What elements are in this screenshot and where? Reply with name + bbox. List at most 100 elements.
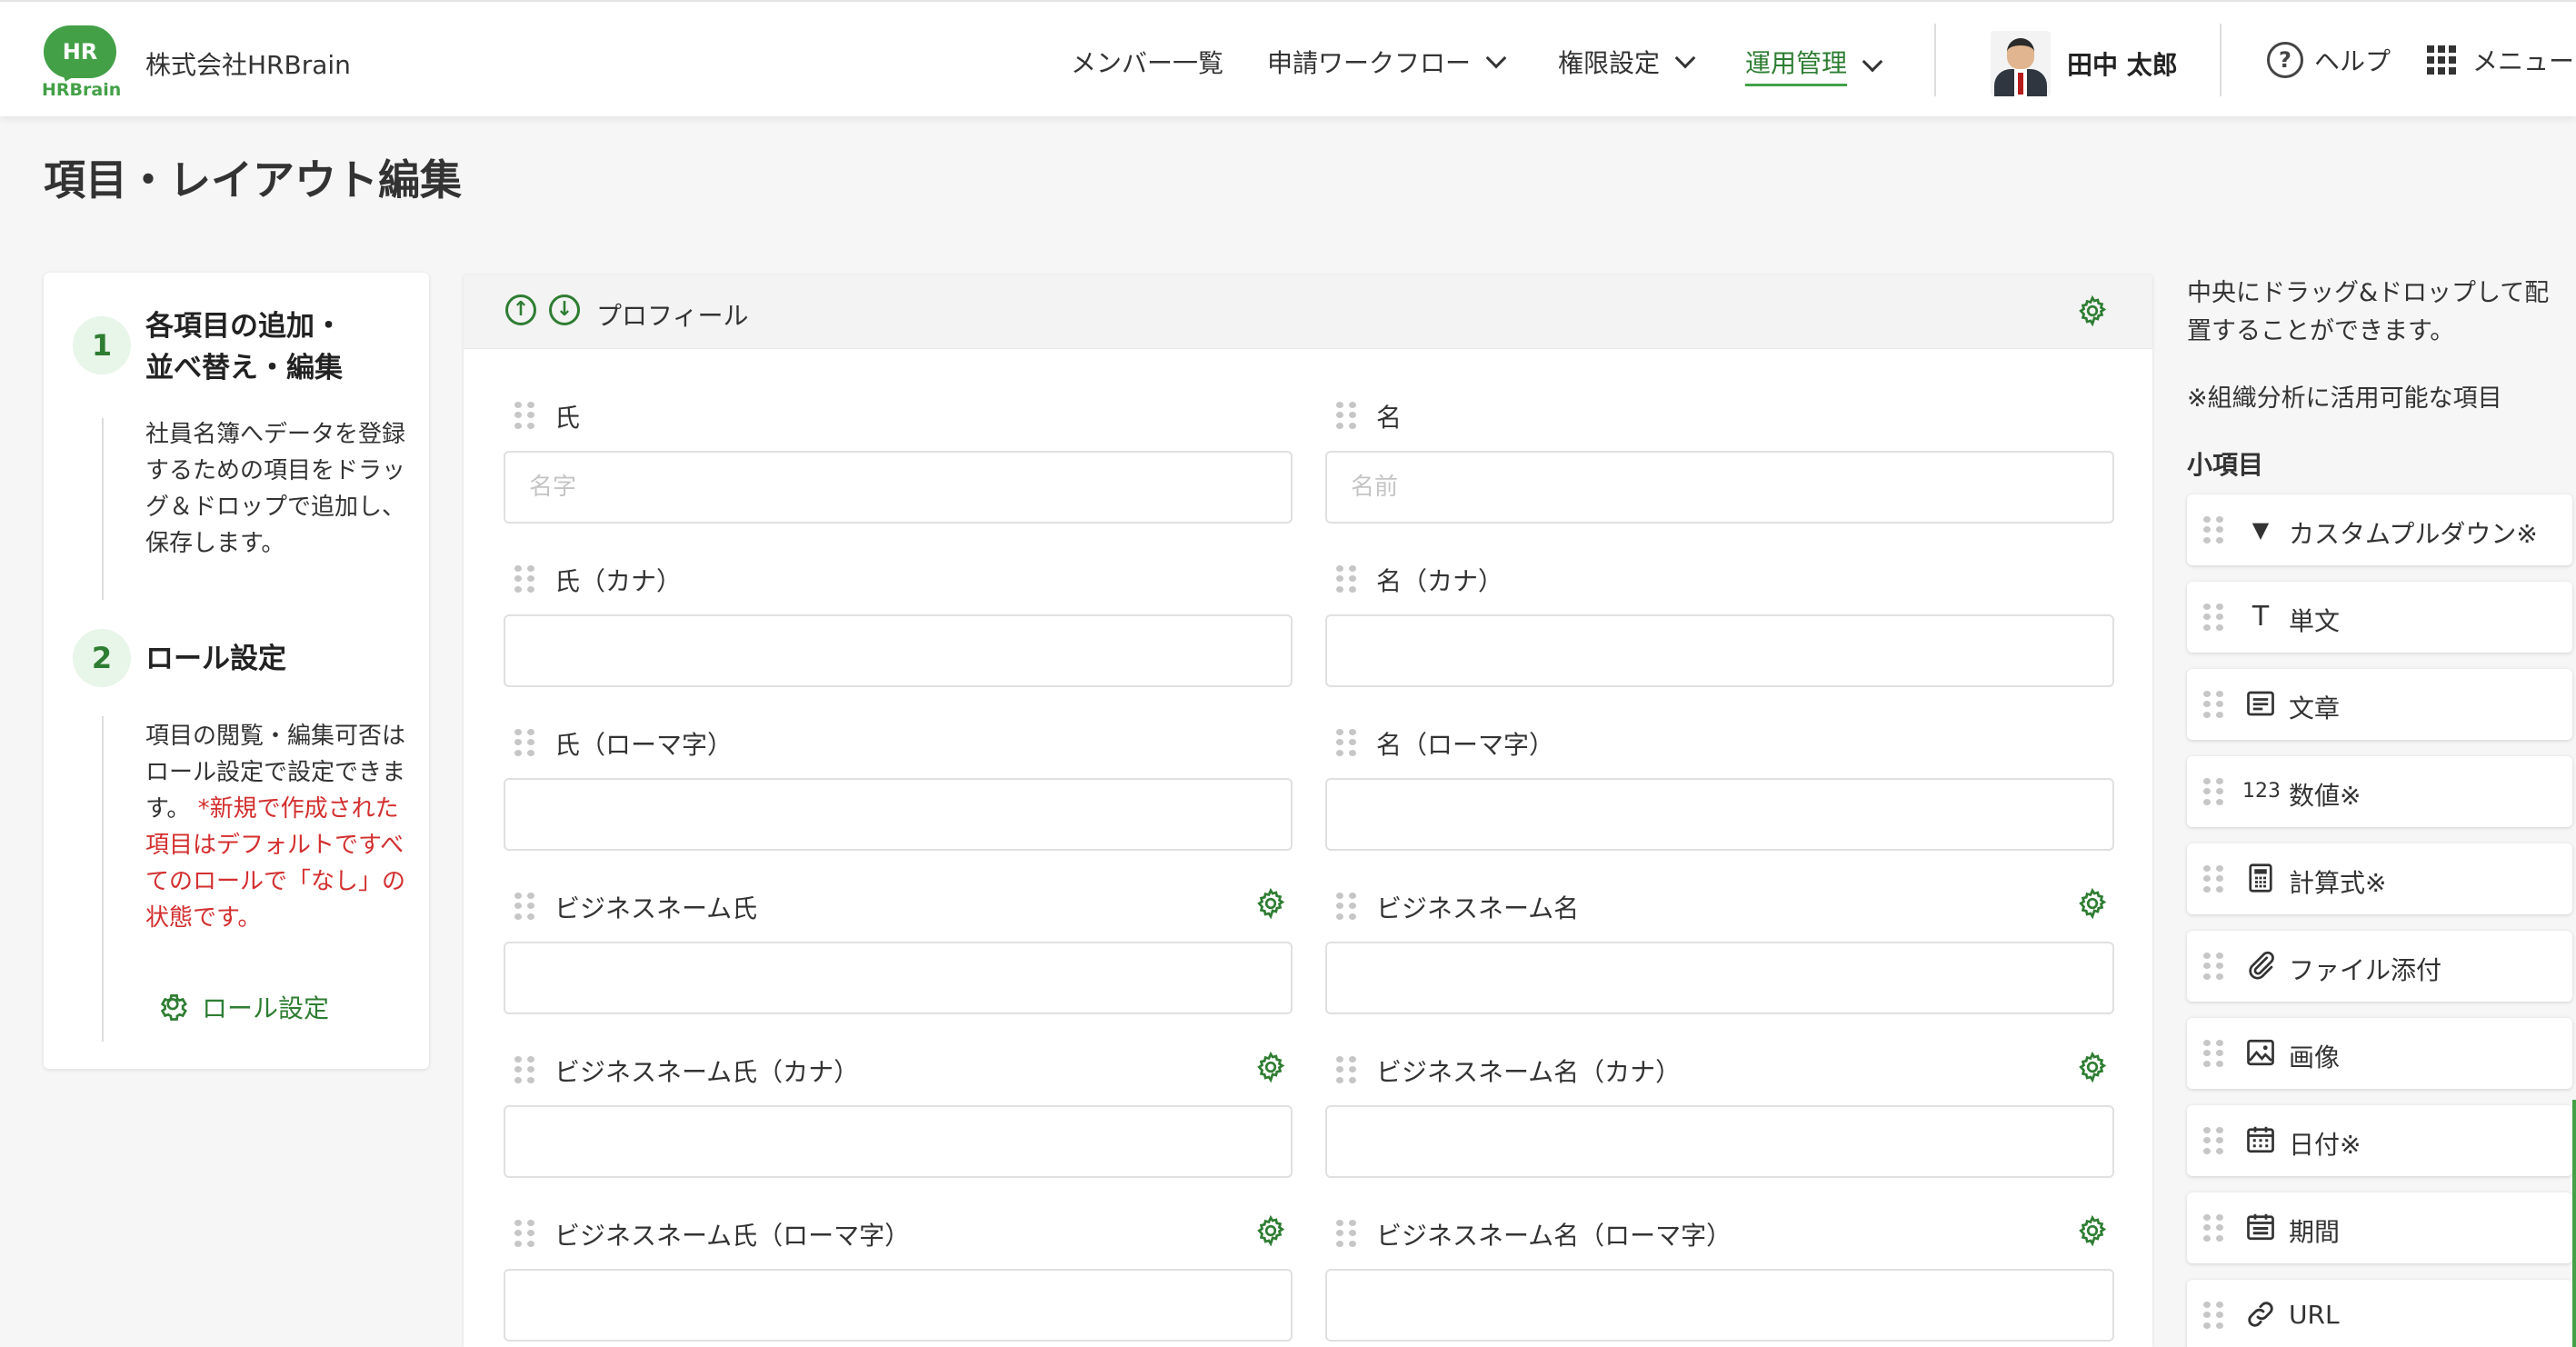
- drag-handle-icon[interactable]: [2203, 1127, 2223, 1154]
- chevron-down-icon: [1674, 47, 1696, 69]
- field-label: 氏: [554, 403, 581, 433]
- drag-handle-icon[interactable]: [514, 402, 534, 429]
- form-field[interactable]: ビジネスネーム名: [1325, 880, 2114, 1034]
- paragraph-icon: [2243, 687, 2278, 722]
- palette-item-image[interactable]: 画像: [2187, 1018, 2572, 1089]
- palette-item-number[interactable]: 123 数値※: [2187, 756, 2572, 827]
- palette-item-label: 単文: [2289, 606, 2341, 636]
- drag-handle-icon[interactable]: [2203, 1040, 2223, 1067]
- logo-brand-text: HRBrain: [42, 80, 122, 100]
- field-label: ビジネスネーム名（ローマ字）: [1376, 1221, 1732, 1251]
- palette-item-file-attach[interactable]: ファイル添付: [2187, 931, 2572, 1002]
- field-input[interactable]: [504, 1269, 1293, 1342]
- palette-item-period[interactable]: 期間: [2187, 1192, 2572, 1263]
- arrow-up-circle-icon[interactable]: ↑: [505, 294, 536, 325]
- field-settings-gear-icon[interactable]: [2076, 1051, 2109, 1087]
- field-label: ビジネスネーム氏: [554, 893, 758, 923]
- palette-item-label: ファイル添付: [2289, 955, 2442, 985]
- palette-item-custom-dropdown[interactable]: ▼ カスタムプルダウン※: [2187, 494, 2572, 565]
- role-settings-link[interactable]: ロール設定: [156, 989, 329, 1025]
- field-label: 氏（カナ）: [554, 566, 683, 596]
- grid-menu-icon: [2427, 45, 2456, 75]
- field-input[interactable]: [504, 778, 1293, 851]
- palette-item-single-text[interactable]: T 単文: [2187, 582, 2572, 653]
- field-label: 名（ローマ字）: [1376, 730, 1555, 760]
- hrbrain-logo[interactable]: HR HRBrain: [42, 25, 122, 102]
- step-number: 2: [73, 629, 131, 687]
- field-settings-gear-icon[interactable]: [2076, 887, 2109, 923]
- nav-operations[interactable]: 運用管理: [1745, 44, 1883, 86]
- field-input[interactable]: [1325, 614, 2114, 687]
- field-input[interactable]: [1325, 1269, 2114, 1342]
- nav-permissions[interactable]: 権限設定: [1558, 44, 1696, 80]
- nav-member-list[interactable]: メンバー一覧: [1071, 44, 1223, 80]
- form-field[interactable]: 名（ローマ字）: [1325, 716, 2114, 871]
- field-settings-gear-icon[interactable]: [1254, 1214, 1287, 1251]
- calendar-icon: [2243, 1123, 2278, 1158]
- nav-label: 申請ワークフロー: [1267, 48, 1472, 78]
- palette-item-date[interactable]: 日付※: [2187, 1105, 2572, 1176]
- user-name: 田中 太郎: [2067, 50, 2178, 80]
- step-connector: [102, 716, 104, 1042]
- form-field[interactable]: 氏（ローマ字）: [504, 716, 1293, 871]
- drag-handle-icon[interactable]: [514, 1056, 534, 1083]
- palette-item-paragraph[interactable]: 文章: [2187, 669, 2572, 740]
- text-t-icon: T: [2252, 601, 2270, 633]
- field-input[interactable]: [1325, 778, 2114, 851]
- field-input[interactable]: [1325, 1105, 2114, 1178]
- drag-handle-icon[interactable]: [2203, 604, 2223, 631]
- form-field[interactable]: ビジネスネーム名（ローマ字）: [1325, 1207, 2114, 1347]
- drag-handle-icon[interactable]: [2203, 1302, 2223, 1329]
- drag-handle-icon[interactable]: [2203, 1214, 2223, 1242]
- drag-handle-icon[interactable]: [1336, 565, 1356, 593]
- app-menu-button[interactable]: メニュー: [2427, 42, 2574, 78]
- scroll-accent: [2572, 1100, 2576, 1347]
- form-field[interactable]: 名: [1325, 389, 2114, 544]
- drag-handle-icon[interactable]: [514, 1220, 534, 1247]
- drag-handle-icon[interactable]: [2203, 516, 2223, 544]
- gear-icon: [160, 994, 187, 1021]
- step-description: 社員名簿へデータを登録するための項目をドラッグ＆ドロップで追加し、保存します。: [145, 421, 406, 557]
- form-field[interactable]: ビジネスネーム氏（カナ）: [504, 1043, 1293, 1198]
- field-input[interactable]: [504, 1105, 1293, 1178]
- form-field[interactable]: ビジネスネーム氏: [504, 880, 1293, 1034]
- user-menu[interactable]: 田中 太郎: [1991, 31, 2178, 96]
- drag-handle-icon[interactable]: [2203, 953, 2223, 980]
- drag-handle-icon[interactable]: [514, 729, 534, 756]
- dropdown-triangle-icon: ▼: [2252, 517, 2270, 543]
- nav-workflow[interactable]: 申請ワークフロー: [1267, 44, 1507, 80]
- form-field[interactable]: ビジネスネーム氏（ローマ字）: [504, 1207, 1293, 1347]
- drag-handle-icon[interactable]: [1336, 402, 1356, 429]
- form-field[interactable]: 名（カナ）: [1325, 553, 2114, 707]
- header-divider: [1934, 24, 1936, 96]
- section-settings-gear-icon[interactable]: [2076, 294, 2109, 331]
- drag-handle-icon[interactable]: [514, 893, 534, 920]
- field-settings-gear-icon[interactable]: [1254, 1051, 1287, 1087]
- arrow-down-circle-icon[interactable]: ↓: [549, 294, 580, 325]
- palette-item-url[interactable]: URL: [2187, 1280, 2572, 1347]
- field-input[interactable]: [1325, 942, 2114, 1014]
- palette-item-label: 文章: [2289, 693, 2341, 723]
- drag-handle-icon[interactable]: [1336, 1220, 1356, 1247]
- chevron-down-icon: [1485, 47, 1507, 69]
- help-link[interactable]: ? ヘルプ: [2267, 42, 2391, 78]
- field-input[interactable]: [504, 451, 1293, 524]
- section-header: ↑ ↓ プロフィール: [464, 274, 2152, 349]
- chevron-down-icon: [1862, 51, 1883, 72]
- drag-handle-icon[interactable]: [2203, 865, 2223, 893]
- form-field[interactable]: ビジネスネーム名（カナ）: [1325, 1043, 2114, 1198]
- field-input[interactable]: [504, 614, 1293, 687]
- drag-handle-icon[interactable]: [2203, 691, 2223, 718]
- drag-handle-icon[interactable]: [1336, 893, 1356, 920]
- drag-handle-icon[interactable]: [1336, 1056, 1356, 1083]
- field-settings-gear-icon[interactable]: [1254, 887, 1287, 923]
- palette-item-formula[interactable]: 計算式※: [2187, 843, 2572, 914]
- drag-handle-icon[interactable]: [1336, 729, 1356, 756]
- field-input[interactable]: [1325, 451, 2114, 524]
- drag-handle-icon[interactable]: [514, 565, 534, 593]
- form-field[interactable]: 氏（カナ）: [504, 553, 1293, 707]
- field-input[interactable]: [504, 942, 1293, 1014]
- drag-handle-icon[interactable]: [2203, 778, 2223, 805]
- field-settings-gear-icon[interactable]: [2076, 1214, 2109, 1251]
- form-field[interactable]: 氏: [504, 389, 1293, 544]
